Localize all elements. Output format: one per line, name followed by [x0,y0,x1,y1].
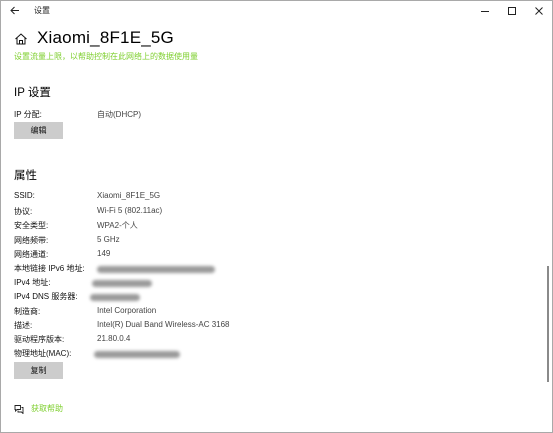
redacted-value [97,263,215,274]
property-row-ipv6: 本地链接 IPv6 地址: [14,263,534,276]
property-row-security-type: 安全类型: WPA2-个人 [14,220,534,233]
property-row-manufacturer: 制造商: Intel Corporation [14,306,534,319]
property-label: IPv4 地址: [14,278,51,287]
back-arrow-svg [10,6,19,14]
property-label: 协议: [14,207,33,216]
property-row-protocol: 协议: Wi-Fi 5 (802.11ac) [14,206,534,219]
property-label: 物理地址(MAC): [14,349,72,358]
title-bar: 设置 [1,1,552,20]
properties-heading: 属性 [14,170,37,182]
page-title: Xiaomi_8F1E_5G [37,28,174,47]
property-row-channel: 网络通道: 149 [14,249,534,262]
page-header: Xiaomi_8F1E_5G [14,28,174,48]
copy-button[interactable]: 复制 [14,362,63,379]
property-value: WPA2-个人 [97,221,138,230]
ip-settings-heading: IP 设置 [14,87,51,99]
redacted-value [94,348,180,359]
property-row-driver-version: 驱动程序版本: 21.80.0.4 [14,334,534,347]
maximize-icon[interactable] [498,1,525,20]
property-label: 网络频带: [14,236,49,245]
property-row-dns: IPv4 DNS 服务器: [14,291,534,304]
close-icon[interactable] [525,1,552,20]
property-value: 5 GHz [97,235,120,244]
chat-help-icon [14,404,24,414]
property-row-description: 描述: Intel(R) Dual Band Wireless-AC 3168 [14,320,534,333]
property-value: Wi-Fi 5 (802.11ac) [97,206,163,215]
window-title: 设置 [34,6,50,15]
property-label: 本地链接 IPv6 地址: [14,264,85,273]
property-value: Intel Corporation [97,306,157,315]
home-icon[interactable] [14,32,28,46]
property-value: Intel(R) Dual Band Wireless-AC 3168 [97,320,230,329]
property-label: 制造商: [14,307,41,316]
property-row-ssid: SSID: Xiaomi_8F1E_5G [14,191,534,204]
property-label: SSID: [14,191,35,200]
property-value: Xiaomi_8F1E_5G [97,191,161,200]
property-value: 149 [97,249,111,258]
ip-assignment-label: IP 分配: [14,110,42,119]
property-label: IPv4 DNS 服务器: [14,292,78,301]
metered-connection-link[interactable]: 设置流量上限，以帮助控制在此网络上的数据使用量 [14,51,198,62]
settings-window: 设置 Xiaomi_8F1E_5G 设置流量上限，以帮助控制在此网络上的数据使用… [0,0,553,433]
redacted-value [92,277,152,288]
ip-assignment-value: 自动(DHCP) [97,110,141,119]
property-label: 网络通道: [14,250,49,259]
back-arrow-icon[interactable] [7,2,23,18]
property-label: 驱动程序版本: [14,335,65,344]
redacted-value [90,291,140,302]
scrollbar-thumb[interactable] [547,266,549,382]
property-label: 安全类型: [14,221,49,230]
property-value: 21.80.0.4 [97,334,131,343]
window-controls [471,1,552,20]
get-help-link[interactable]: 获取帮助 [14,403,63,414]
edit-button[interactable]: 编辑 [14,122,63,139]
property-label: 描述: [14,321,33,330]
ip-assignment-row: IP 分配: 自动(DHCP) [14,109,534,122]
property-row-mac: 物理地址(MAC): [14,348,534,361]
property-row-band: 网络频带: 5 GHz [14,235,534,248]
property-row-ipv4: IPv4 地址: [14,277,534,290]
minimize-icon[interactable] [471,1,498,20]
get-help-label: 获取帮助 [31,404,63,413]
